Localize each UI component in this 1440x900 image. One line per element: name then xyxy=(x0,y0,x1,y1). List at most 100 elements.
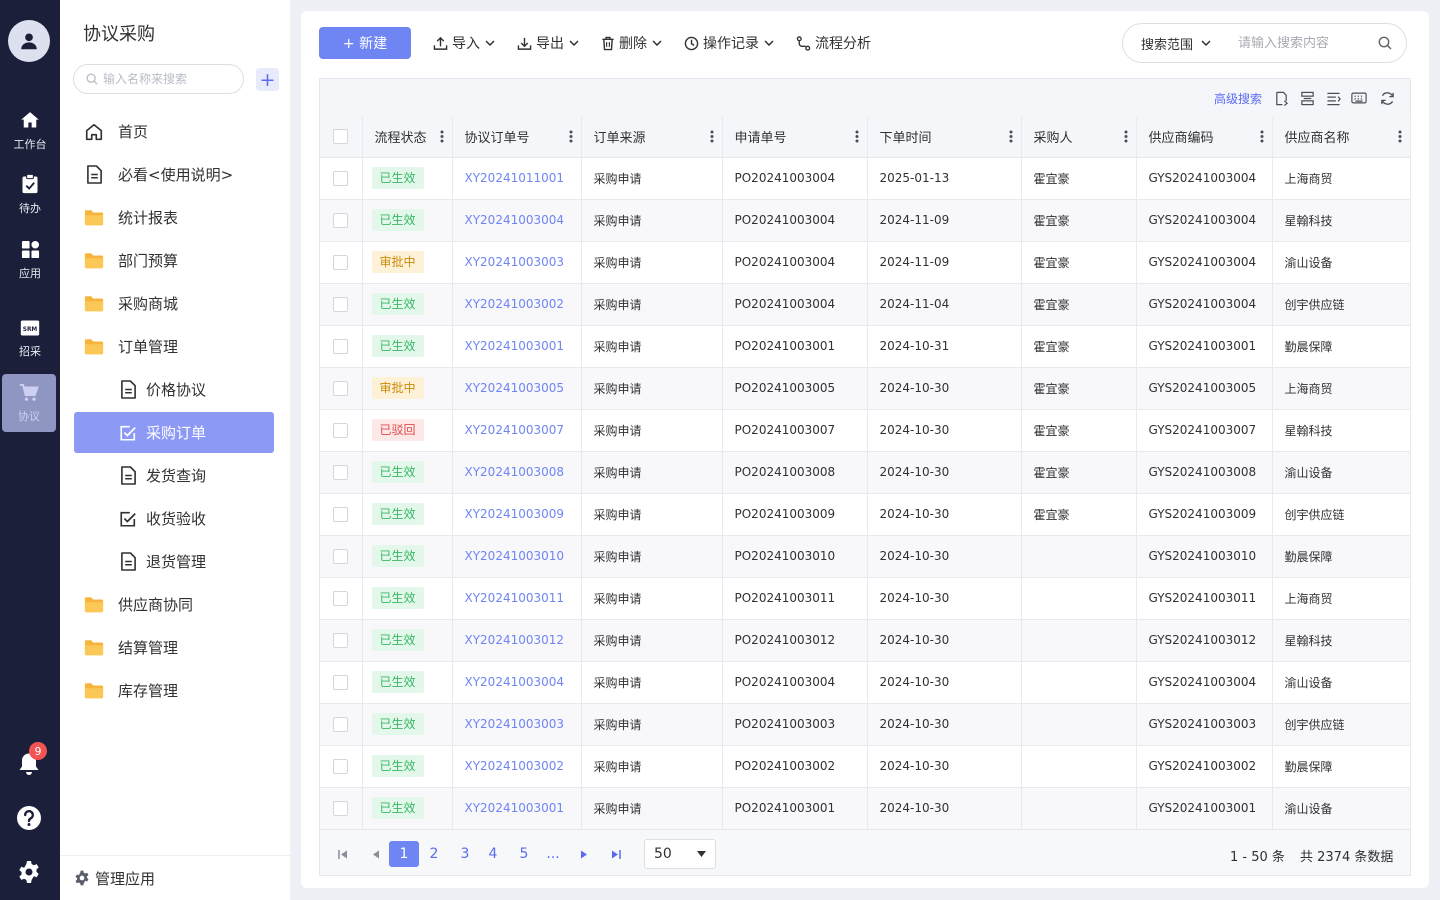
table-row[interactable]: 已生效 XY20241003004 采购申请 PO20241003004 2024-11… xyxy=(320,199,1411,242)
row-checkbox[interactable] xyxy=(333,464,349,480)
page-number-5[interactable]: 5 xyxy=(509,843,539,865)
page-number-3[interactable]: 3 xyxy=(450,843,480,865)
table-row[interactable]: 审批中 XY20241003003 采购申请 PO20241003004 2024-11… xyxy=(320,241,1411,284)
order-number-link[interactable]: XY20241003008 xyxy=(452,451,582,494)
search-input[interactable] xyxy=(1238,35,1368,51)
row-checkbox[interactable] xyxy=(333,632,349,648)
table-row[interactable]: 已生效 XY20241003008 采购申请 PO20241003008 2024-10… xyxy=(320,451,1411,494)
row-checkbox[interactable] xyxy=(333,590,349,606)
menu-item-5[interactable]: 采购商城 xyxy=(74,283,274,324)
table-row[interactable]: 已驳回 XY20241003007 采购申请 PO20241003007 2024-10… xyxy=(320,409,1411,452)
menu-search-input[interactable] xyxy=(103,72,233,86)
order-number-link[interactable]: XY20241003009 xyxy=(452,493,582,536)
menu-item-3[interactable]: 统计报表 xyxy=(74,197,274,238)
column-header-8[interactable]: 供应商名称 xyxy=(1272,117,1411,158)
last-page-button[interactable] xyxy=(609,843,623,865)
order-number-link[interactable]: XY20241003002 xyxy=(452,283,582,326)
column-header-5[interactable]: 下单时间 xyxy=(867,117,1022,158)
order-number-link[interactable]: XY20241003002 xyxy=(452,745,582,788)
table-row[interactable]: 已生效 XY20241011001 采购申请 PO20241003004 2025-01… xyxy=(320,157,1411,200)
rail-item-agreement[interactable]: 协议 xyxy=(2,374,56,432)
column-header-4[interactable]: 申请单号 xyxy=(722,117,868,158)
row-checkbox[interactable] xyxy=(333,758,349,774)
menu-item-11[interactable]: 退货管理 xyxy=(74,541,274,582)
menu-item-14[interactable]: 库存管理 xyxy=(74,670,274,711)
row-density-icon[interactable] xyxy=(1324,89,1342,107)
operation-log-button[interactable]: 操作记录 xyxy=(684,33,774,53)
column-header-7[interactable]: 供应商编码 xyxy=(1136,117,1273,158)
column-header-6[interactable]: 采购人 xyxy=(1021,117,1137,158)
order-number-link[interactable]: XY20241011001 xyxy=(452,157,582,200)
row-checkbox[interactable] xyxy=(333,716,349,732)
column-menu-icon[interactable] xyxy=(1124,130,1128,143)
page-size-select[interactable]: 50 xyxy=(644,839,716,869)
table-row[interactable]: 已生效 XY20241003001 采购申请 PO20241003001 2024-10… xyxy=(320,787,1411,830)
settings-button[interactable] xyxy=(15,858,43,886)
order-number-link[interactable]: XY20241003005 xyxy=(452,367,582,410)
column-header-1[interactable]: 流程状态 xyxy=(362,117,453,158)
order-number-link[interactable]: XY20241003011 xyxy=(452,577,582,620)
import-button[interactable]: 导入 xyxy=(433,33,495,53)
search-scope-select[interactable]: 搜索范围 xyxy=(1141,34,1233,53)
row-checkbox[interactable] xyxy=(333,422,349,438)
order-number-link[interactable]: XY20241003001 xyxy=(452,325,582,368)
flow-analysis-button[interactable]: 流程分析 xyxy=(796,33,871,53)
menu-item-13[interactable]: 结算管理 xyxy=(74,627,274,668)
menu-item-7[interactable]: 价格协议 xyxy=(74,369,274,410)
row-checkbox[interactable] xyxy=(333,506,349,522)
table-row[interactable]: 已生效 XY20241003002 采购申请 PO20241003002 2024-10… xyxy=(320,745,1411,788)
order-number-link[interactable]: XY20241003001 xyxy=(452,787,582,830)
first-page-button[interactable] xyxy=(336,843,350,865)
manage-apps-button[interactable]: 管理应用 xyxy=(60,855,290,900)
order-number-link[interactable]: XY20241003003 xyxy=(452,241,582,284)
row-checkbox[interactable] xyxy=(333,212,349,228)
table-row[interactable]: 已生效 XY20241003004 采购申请 PO20241003004 2024-10… xyxy=(320,661,1411,704)
table-row[interactable]: 已生效 XY20241003010 采购申请 PO20241003010 2024-10… xyxy=(320,535,1411,578)
menu-search[interactable] xyxy=(73,64,244,94)
prev-page-button[interactable] xyxy=(368,843,382,865)
user-avatar[interactable] xyxy=(8,20,50,62)
menu-item-2[interactable]: 必看<使用说明> xyxy=(74,154,274,195)
order-number-link[interactable]: XY20241003010 xyxy=(452,535,582,578)
column-header-2[interactable]: 协议订单号 xyxy=(452,117,582,158)
select-all-checkbox[interactable] xyxy=(333,129,349,145)
order-number-link[interactable]: XY20241003007 xyxy=(452,409,582,452)
row-checkbox[interactable] xyxy=(333,548,349,564)
table-row[interactable]: 已生效 XY20241003009 采购申请 PO20241003009 2024-10… xyxy=(320,493,1411,536)
menu-item-6[interactable]: 订单管理 xyxy=(74,326,274,367)
column-menu-icon[interactable] xyxy=(440,130,444,143)
rail-item-todo[interactable]: 待办 xyxy=(2,166,58,224)
order-number-link[interactable]: XY20241003004 xyxy=(452,661,582,704)
rail-item-workbench[interactable]: 工作台 xyxy=(2,102,58,160)
column-menu-icon[interactable] xyxy=(1009,130,1013,143)
notification-button[interactable]: 9 xyxy=(15,742,47,778)
page-number-4[interactable]: 4 xyxy=(478,843,508,865)
advanced-search-link[interactable]: 高级搜索 xyxy=(1214,90,1262,107)
menu-item-10[interactable]: 收货验收 xyxy=(74,498,274,539)
menu-item-1[interactable]: 首页 xyxy=(74,111,274,152)
page-ellipsis[interactable]: ... xyxy=(538,843,568,865)
column-layout-icon[interactable] xyxy=(1298,89,1316,107)
order-number-link[interactable]: XY20241003003 xyxy=(452,703,582,746)
row-checkbox[interactable] xyxy=(333,674,349,690)
row-checkbox[interactable] xyxy=(333,338,349,354)
row-checkbox[interactable] xyxy=(333,296,349,312)
column-menu-icon[interactable] xyxy=(710,130,714,143)
menu-item-12[interactable]: 供应商协同 xyxy=(74,584,274,625)
page-number-2[interactable]: 2 xyxy=(419,843,449,865)
row-checkbox[interactable] xyxy=(333,170,349,186)
row-checkbox[interactable] xyxy=(333,800,349,816)
table-row[interactable]: 已生效 XY20241003011 采购申请 PO20241003011 2024-10… xyxy=(320,577,1411,620)
table-row[interactable]: 已生效 XY20241003002 采购申请 PO20241003004 2024-11… xyxy=(320,283,1411,326)
menu-item-8[interactable]: 采购订单 xyxy=(74,412,274,453)
menu-item-4[interactable]: 部门预算 xyxy=(74,240,274,281)
page-number-1[interactable]: 1 xyxy=(389,841,419,867)
order-number-link[interactable]: XY20241003012 xyxy=(452,619,582,662)
menu-add-button[interactable]: + xyxy=(256,68,279,91)
table-row[interactable]: 已生效 XY20241003012 采购申请 PO20241003012 2024-10… xyxy=(320,619,1411,662)
table-row[interactable]: 审批中 XY20241003005 采购申请 PO20241003005 2024-10… xyxy=(320,367,1411,410)
column-header-3[interactable]: 订单来源 xyxy=(581,117,723,158)
menu-item-9[interactable]: 发货查询 xyxy=(74,455,274,496)
keyboard-icon[interactable] xyxy=(1350,89,1368,107)
rail-item-procurement[interactable]: SRM 招采 xyxy=(2,310,58,368)
